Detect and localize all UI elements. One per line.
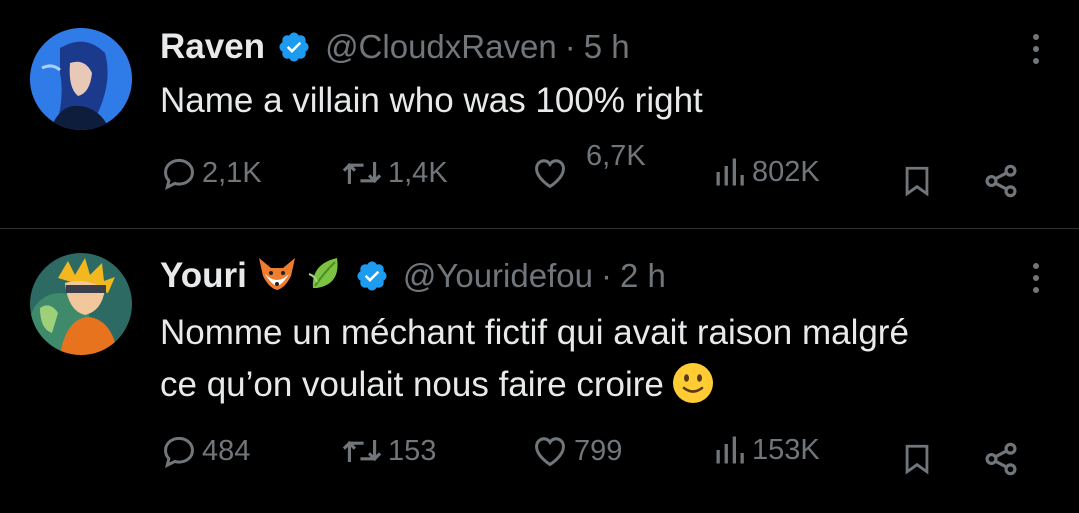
- views-icon: [716, 158, 744, 186]
- views-count: 802K: [752, 155, 820, 188]
- separator-dot: ·: [600, 257, 612, 294]
- avatar[interactable]: [30, 253, 132, 355]
- like-icon: [535, 437, 565, 467]
- tweet-actions-youri: 484 153 799 153K: [160, 432, 1050, 482]
- reply-icon: [164, 436, 194, 469]
- more-icon[interactable]: [1031, 263, 1041, 297]
- share-button[interactable]: [982, 162, 1020, 200]
- views-button[interactable]: 153K: [712, 432, 820, 468]
- like-button[interactable]: 799: [530, 432, 622, 470]
- verified-badge-icon[interactable]: [355, 259, 389, 293]
- reply-count: 484: [202, 434, 251, 467]
- bookmark-icon: [905, 166, 929, 197]
- share-icon: [985, 164, 1017, 198]
- tweet-actions: [160, 385, 1050, 435]
- timestamp[interactable]: 5 h: [584, 28, 630, 66]
- display-name[interactable]: Youri: [160, 256, 247, 296]
- leaf-emoji: [307, 254, 343, 299]
- separator-dot: ·: [564, 28, 576, 65]
- share-button[interactable]: [982, 440, 1020, 478]
- reply-count: 2,1K: [202, 156, 262, 189]
- retweet-icon: [342, 162, 382, 184]
- display-name[interactable]: Raven: [160, 27, 265, 67]
- bookmark-button[interactable]: [900, 440, 934, 478]
- like-count: 6,7K: [586, 140, 646, 172]
- fox-emoji: [257, 256, 297, 297]
- retweet-button[interactable]: 153: [340, 432, 436, 470]
- reply-icon: [164, 158, 194, 191]
- user-handle[interactable]: @CloudxRaven: [325, 28, 557, 66]
- views-icon: [716, 436, 744, 464]
- like-icon: [535, 159, 565, 189]
- tweet-actions: 2,1K 1,4K 6,7K 802K: [160, 140, 1050, 204]
- verified-badge-icon[interactable]: [277, 30, 311, 64]
- reply-button[interactable]: 2,1K: [160, 154, 262, 192]
- like-count: 799: [574, 434, 623, 467]
- reply-button[interactable]: 484: [160, 432, 250, 470]
- retweet-button[interactable]: 1,4K: [340, 154, 448, 192]
- timestamp[interactable]: 2 h: [620, 257, 666, 295]
- bookmark-button[interactable]: [900, 162, 934, 200]
- retweet-icon: [342, 440, 382, 462]
- avatar[interactable]: [30, 28, 132, 130]
- tweet-header: Youri @Youridefou · 2 h: [160, 251, 666, 301]
- tweet-raven[interactable]: Raven @CloudxRaven · 5 h Name a villain …: [0, 0, 1079, 229]
- tweet-header: Raven @CloudxRaven · 5 h: [160, 24, 630, 70]
- tweet-text: Name a villain who was 100% right: [160, 81, 703, 120]
- user-handle[interactable]: @Youridefou: [403, 257, 593, 295]
- tweet-text-line-1: Nomme un méchant fictif qui avait raison…: [160, 313, 909, 352]
- retweet-count: 1,4K: [388, 156, 448, 189]
- share-icon: [985, 442, 1017, 476]
- bookmark-icon: [905, 444, 929, 475]
- views-button[interactable]: 802K: [712, 154, 820, 190]
- like-button[interactable]: [530, 154, 570, 192]
- views-count: 153K: [752, 433, 820, 466]
- retweet-count: 153: [388, 434, 437, 467]
- more-icon[interactable]: [1031, 34, 1041, 68]
